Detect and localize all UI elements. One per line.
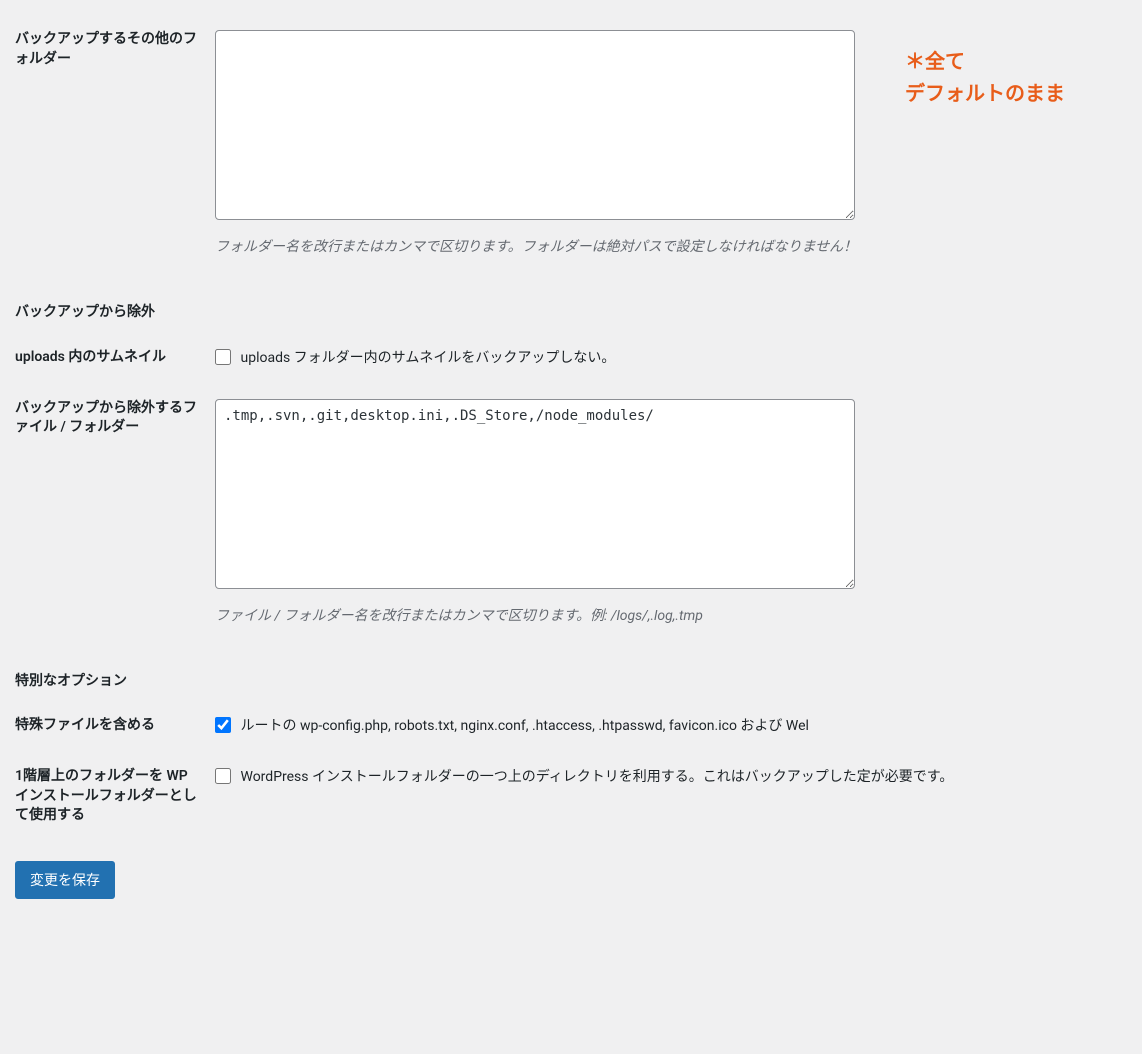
save-button[interactable]: 変更を保存 bbox=[15, 861, 115, 899]
thumbnails-label: uploads 内のサムネイル bbox=[15, 333, 215, 384]
one-level-up-checkbox[interactable] bbox=[215, 768, 231, 784]
special-section-label: 特別なオプション bbox=[15, 642, 215, 702]
annotation-note: ＊全て デフォルトのまま bbox=[905, 45, 1065, 109]
extra-folders-description: フォルダー名を改行またはカンマで区切ります。フォルダーは絶対パスで設定しなければ… bbox=[215, 237, 1117, 258]
annotation-line2: デフォルトのまま bbox=[905, 81, 1065, 105]
thumbnails-checkbox-wrap[interactable]: uploads フォルダー内のサムネイルをバックアップしない。 bbox=[215, 350, 615, 366]
one-level-up-checkbox-label: WordPress インストールフォルダーの一つ上のディレクトリを利用する。これ… bbox=[240, 769, 953, 785]
special-files-checkbox-label: ルートの wp-config.php, robots.txt, nginx.co… bbox=[240, 718, 808, 734]
one-level-up-checkbox-wrap[interactable]: WordPress インストールフォルダーの一つ上のディレクトリを利用する。これ… bbox=[215, 769, 953, 785]
one-level-up-label: 1階層上のフォルダーを WP インストールフォルダーとして使用する bbox=[15, 752, 215, 841]
exclude-section-label: バックアップから除外 bbox=[15, 273, 215, 333]
annotation-line1: ＊全て bbox=[905, 49, 965, 73]
exclude-files-textarea[interactable] bbox=[215, 399, 855, 589]
exclude-files-label: バックアップから除外するファイル / フォルダー bbox=[15, 384, 215, 642]
thumbnails-checkbox[interactable] bbox=[215, 349, 231, 365]
extra-folders-textarea[interactable] bbox=[215, 30, 855, 220]
extra-folders-label: バックアップするその他のフォルダー bbox=[15, 15, 215, 273]
special-files-checkbox[interactable] bbox=[215, 717, 231, 733]
special-files-checkbox-wrap[interactable]: ルートの wp-config.php, robots.txt, nginx.co… bbox=[215, 718, 809, 734]
special-files-label: 特殊ファイルを含める bbox=[15, 701, 215, 752]
thumbnails-checkbox-label: uploads フォルダー内のサムネイルをバックアップしない。 bbox=[240, 350, 615, 366]
exclude-files-description: ファイル / フォルダー名を改行またはカンマで区切ります。例: /logs/,.… bbox=[215, 606, 1117, 627]
settings-table: バックアップするその他のフォルダー フォルダー名を改行またはカンマで区切ります。… bbox=[15, 15, 1127, 841]
